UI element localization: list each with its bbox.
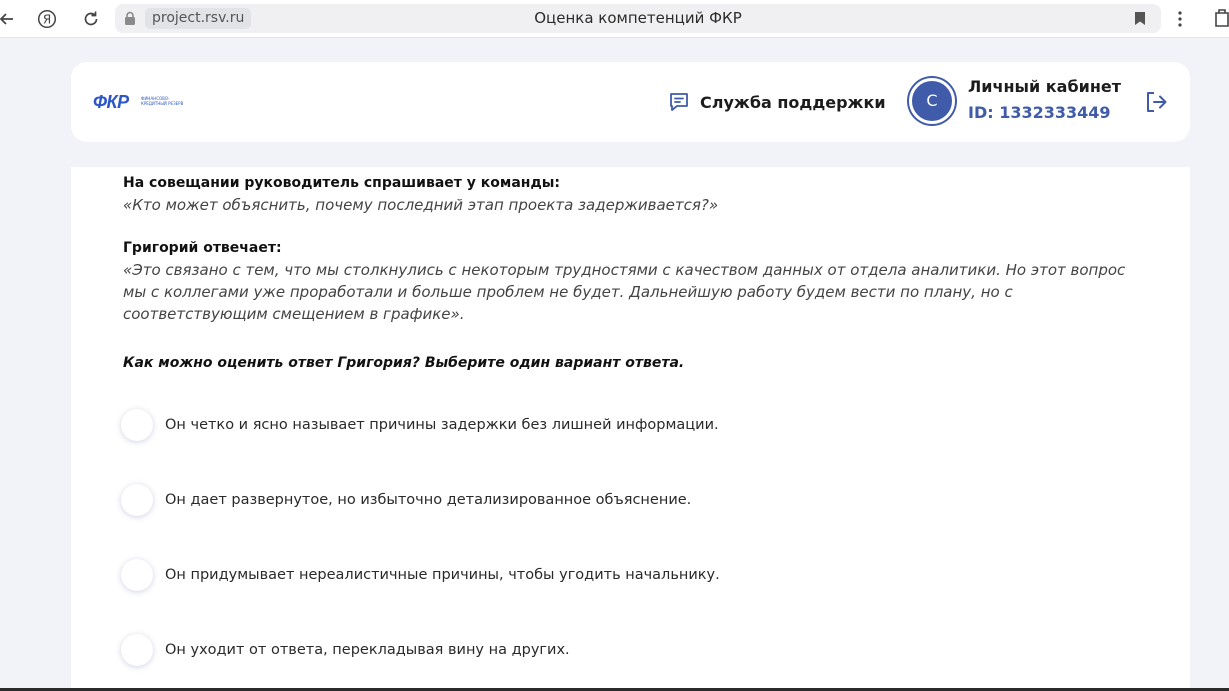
option-label[interactable]: Он уходит от ответа, перекладывая вину н…	[165, 642, 570, 658]
url-text[interactable]: project.rsv.ru	[145, 8, 252, 29]
support-link[interactable]: Служба поддержки	[668, 89, 886, 115]
radio-button[interactable]	[121, 409, 153, 441]
question-text: Как можно оценить ответ Григория? Выбери…	[123, 355, 685, 371]
answer-option[interactable]: Он уходит от ответа, перекладывая вину н…	[121, 633, 570, 667]
browser-toolbar: Я project.rsv.ru Оценка компетенций ФКР	[0, 0, 1229, 38]
answer-option[interactable]: Он придумывает нереалистичные причины, ч…	[121, 558, 720, 592]
answer-quote: «Это связано с тем, что мы столкнулись с…	[123, 261, 1126, 323]
radio-button[interactable]	[121, 559, 153, 591]
cabinet-id: ID: 1332333449	[968, 103, 1111, 122]
answer-option[interactable]: Он дает развернутое, но избыточно детали…	[121, 483, 691, 517]
extensions-icon[interactable]	[1213, 8, 1229, 28]
logo[interactable]: ФКР ФИНАНСОВО-КРЕДИТНЫЙ РЕЗЕРВ	[93, 92, 193, 112]
answer-label: Григорий отвечает:	[123, 240, 282, 256]
prompt-label: На совещании руководитель спрашивает у к…	[123, 175, 561, 191]
logo-subtext: ФИНАНСОВО-КРЕДИТНЫЙ РЕЗЕРВ	[141, 96, 184, 106]
site-header: ФКР ФИНАНСОВО-КРЕДИТНЫЙ РЕЗЕРВ Служба по…	[71, 62, 1190, 142]
cabinet-title[interactable]: Личный кабинет	[968, 77, 1121, 96]
logout-icon[interactable]	[1144, 90, 1168, 114]
menu-dots-icon[interactable]	[1170, 4, 1190, 34]
back-arrow-icon[interactable]	[0, 4, 22, 34]
answer-option[interactable]: Он четко и ясно называет причины задержк…	[121, 408, 719, 442]
chat-icon	[670, 93, 688, 111]
option-label[interactable]: Он дает развернутое, но избыточно детали…	[165, 492, 691, 508]
tab-title: Оценка компетенций ФКР	[534, 9, 742, 27]
radio-button[interactable]	[121, 484, 153, 516]
support-label: Служба поддержки	[700, 92, 886, 112]
prompt-quote: «Кто может объяснить, почему последний э…	[123, 196, 719, 214]
bookmark-icon[interactable]	[1134, 11, 1146, 26]
radio-button[interactable]	[121, 634, 153, 666]
option-label[interactable]: Он четко и ясно называет причины задержк…	[165, 417, 719, 433]
avatar[interactable]: С	[909, 78, 955, 124]
reload-icon[interactable]	[76, 4, 106, 34]
yandex-glyph: Я	[43, 13, 51, 27]
address-bar[interactable]: project.rsv.ru Оценка компетенций ФКР	[115, 4, 1161, 33]
yandex-icon[interactable]: Я	[32, 4, 62, 34]
option-label[interactable]: Он придумывает нереалистичные причины, ч…	[165, 567, 720, 583]
lock-icon	[125, 11, 135, 25]
question-card: На совещании руководитель спрашивает у к…	[71, 167, 1190, 691]
logo-mark: ФКР	[93, 92, 129, 112]
